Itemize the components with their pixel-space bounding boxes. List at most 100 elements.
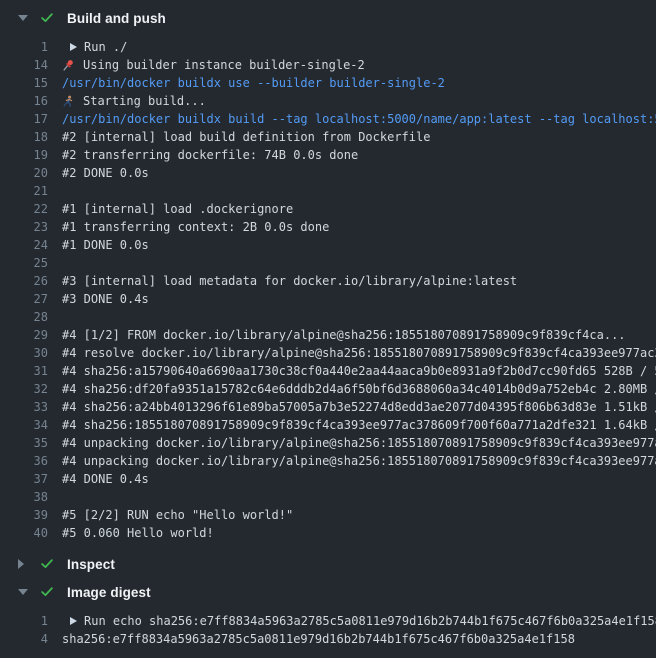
expand-group-icon[interactable] — [70, 617, 77, 625]
log-text: Starting build... — [62, 92, 206, 110]
log-text: #4 [1/2] FROM docker.io/library/alpine@s… — [62, 326, 626, 344]
line-number[interactable]: 22 — [0, 200, 48, 218]
line-number[interactable]: 20 — [0, 164, 48, 182]
log-line[interactable]: 24 #1 DONE 0.0s — [0, 236, 656, 254]
log-line[interactable]: 22 #1 [internal] load .dockerignore — [0, 200, 656, 218]
section-title: Build and push — [67, 11, 166, 26]
section-header-inspect[interactable]: Inspect — [0, 550, 656, 578]
log-line[interactable]: 40#5 0.060 Hello world! — [0, 524, 656, 542]
log-line[interactable]: 19 #2 transferring dockerfile: 74B 0.0s d… — [0, 146, 656, 164]
chevron-right-icon[interactable] — [18, 559, 28, 569]
line-number[interactable]: 34 — [0, 416, 48, 434]
line-number[interactable]: 31 — [0, 362, 48, 380]
log-line[interactable]: 28 — [0, 308, 656, 326]
log-text: #1 transferring context: 2B 0.0s done — [62, 218, 329, 236]
line-number[interactable]: 23 — [0, 218, 48, 236]
section-title: Inspect — [67, 557, 115, 572]
log-line[interactable]: 39 #5 [2/2] RUN echo "Hello world!" — [0, 506, 656, 524]
section-title: Image digest — [67, 585, 151, 600]
line-number[interactable]: 25 — [0, 254, 48, 272]
log-text: #2 transferring dockerfile: 74B 0.0s don… — [62, 146, 358, 164]
log-line[interactable]: 27 #3 DONE 0.4s — [0, 290, 656, 308]
log-text: #4 sha256:a15790640a6690aa1730c38cf0a440… — [62, 362, 656, 380]
log-line[interactable]: 21 — [0, 182, 656, 200]
log-text: sha256:e7ff8834a5963a2785c5a0811e979d16b… — [62, 630, 575, 648]
log-text: #4 sha256:185518070891758909c9f839cf4ca3… — [62, 416, 656, 434]
line-number[interactable]: 24 — [0, 236, 48, 254]
log-line[interactable]: 1 Run ./ — [0, 38, 656, 56]
log-text: #2 DONE 0.0s — [62, 164, 149, 182]
line-number[interactable]: 1 — [0, 612, 48, 630]
check-icon — [40, 585, 54, 599]
log-line[interactable]: 34 #4 sha256:185518070891758909c9f839cf4c… — [0, 416, 656, 434]
log-text: #3 DONE 0.4s — [62, 290, 149, 308]
line-number[interactable]: 33 — [0, 398, 48, 416]
log-line[interactable]: 17/usr/bin/docker buildx build --tag loc… — [0, 110, 656, 128]
log-text: Using builder instance builder-single-2 — [62, 56, 365, 74]
pushpin-icon — [62, 59, 75, 72]
log-text: #5 [2/2] RUN echo "Hello world!" — [62, 506, 293, 524]
section-header-image-digest[interactable]: Image digest — [0, 578, 656, 606]
line-number[interactable]: 14 — [0, 56, 48, 74]
check-icon — [40, 11, 54, 25]
log-text: #4 sha256:df20fa9351a15782c64e6dddb2d4a6… — [62, 380, 656, 398]
log-text: #4 unpacking docker.io/library/alpine@sh… — [62, 434, 656, 452]
line-number[interactable]: 35 — [0, 434, 48, 452]
log-text: Run ./ — [62, 38, 127, 56]
log-text: /usr/bin/docker buildx build --tag local… — [62, 110, 656, 128]
log-line[interactable]: 38 — [0, 488, 656, 506]
line-number[interactable]: 28 — [0, 308, 48, 326]
line-number[interactable]: 32 — [0, 380, 48, 398]
log-line[interactable]: 26 #3 [internal] load metadata for docker… — [0, 272, 656, 290]
log-text: #1 DONE 0.0s — [62, 236, 149, 254]
log-text: Run echo sha256:e7ff8834a5963a2785c5a081… — [62, 612, 656, 630]
chevron-down-icon[interactable] — [18, 589, 28, 595]
log-line[interactable]: 36 #4 unpacking docker.io/library/alpine@… — [0, 452, 656, 470]
line-number[interactable]: 39 — [0, 506, 48, 524]
log-line[interactable]: 16 Starting build... — [0, 92, 656, 110]
line-number[interactable]: 26 — [0, 272, 48, 290]
log-line[interactable]: 32 #4 sha256:df20fa9351a15782c64e6dddb2d4… — [0, 380, 656, 398]
line-number[interactable]: 15 — [0, 74, 48, 92]
log-line[interactable]: 23 #1 transferring context: 2B 0.0s done — [0, 218, 656, 236]
line-number[interactable]: 16 — [0, 92, 48, 110]
log-line[interactable]: 4 sha256:e7ff8834a5963a2785c5a0811e979d16… — [0, 630, 656, 648]
log-line[interactable]: 1 Run echo sha256:e7ff8834a5963a2785c5a08… — [0, 612, 656, 630]
log-text: #4 sha256:a24bb4013296f61e89ba57005a7b3e… — [62, 398, 656, 416]
line-number[interactable]: 38 — [0, 488, 48, 506]
line-number[interactable]: 4 — [0, 630, 48, 648]
line-number[interactable]: 27 — [0, 290, 48, 308]
log-line[interactable]: 25 — [0, 254, 656, 272]
line-number[interactable]: 36 — [0, 452, 48, 470]
log-line[interactable]: 18 #2 [internal] load build definition fr… — [0, 128, 656, 146]
line-number[interactable]: 1 — [0, 38, 48, 56]
line-number[interactable]: 30 — [0, 344, 48, 362]
log-text: #4 unpacking docker.io/library/alpine@sh… — [62, 452, 656, 470]
log-line[interactable]: 33 #4 sha256:a24bb4013296f61e89ba57005a7b… — [0, 398, 656, 416]
log-line[interactable]: 37#4 DONE 0.4s — [0, 470, 656, 488]
chevron-down-icon[interactable] — [18, 15, 28, 21]
expand-group-icon[interactable] — [70, 43, 77, 51]
log-line[interactable]: 31 #4 sha256:a15790640a6690aa1730c38cf0a4… — [0, 362, 656, 380]
log-line[interactable]: 14 Using builder instance builder-single-… — [0, 56, 656, 74]
log-text: #3 [internal] load metadata for docker.i… — [62, 272, 517, 290]
log-line[interactable]: 15/usr/bin/docker buildx use --builder b… — [0, 74, 656, 92]
line-number[interactable]: 17 — [0, 110, 48, 128]
log-body-image-digest: 1 Run echo sha256:e7ff8834a5963a2785c5a08… — [0, 606, 656, 656]
line-number[interactable]: 18 — [0, 128, 48, 146]
log-text: #2 [internal] load build definition from… — [62, 128, 430, 146]
log-text: #4 resolve docker.io/library/alpine@sha2… — [62, 344, 656, 362]
section-header-build-and-push[interactable]: Build and push — [0, 4, 656, 32]
line-number[interactable]: 21 — [0, 182, 48, 200]
log-text: /usr/bin/docker buildx use --builder bui… — [62, 74, 445, 92]
line-number[interactable]: 19 — [0, 146, 48, 164]
log-line[interactable]: 20 #2 DONE 0.0s — [0, 164, 656, 182]
log-text: #1 [internal] load .dockerignore — [62, 200, 293, 218]
log-line[interactable]: 30 #4 resolve docker.io/library/alpine@sh… — [0, 344, 656, 362]
line-number[interactable]: 37 — [0, 470, 48, 488]
log-line[interactable]: 29 #4 [1/2] FROM docker.io/library/alpine… — [0, 326, 656, 344]
log-line[interactable]: 35 #4 unpacking docker.io/library/alpine@… — [0, 434, 656, 452]
line-number[interactable]: 40 — [0, 524, 48, 542]
line-number[interactable]: 29 — [0, 326, 48, 344]
log-body-build-and-push: 1 Run ./ 14 Using builder instance builder-… — [0, 32, 656, 550]
